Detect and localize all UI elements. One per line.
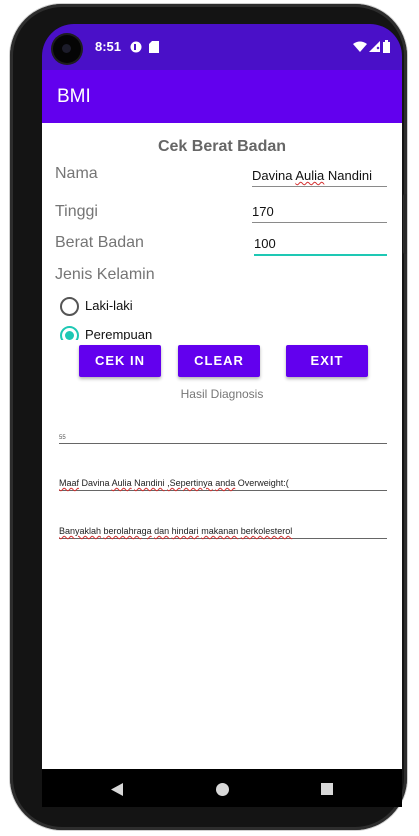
lock-badge-icon (130, 41, 142, 53)
back-icon[interactable] (111, 783, 123, 796)
status-bar: 8:51 (42, 24, 402, 70)
sd-card-icon (149, 41, 159, 53)
clear-button[interactable]: CLEAR (178, 345, 260, 377)
screen: 8:51 BMI Cek Berat Badan Nama Davina Aul… (42, 24, 402, 807)
result-caption: Hasil Diagnosis (180, 387, 264, 401)
bmi-value: 55 (59, 435, 66, 441)
tinggi-input[interactable]: 170 (252, 197, 387, 223)
wifi-icon (353, 41, 367, 52)
nama-label: Nama (55, 165, 98, 182)
app-title: BMI (57, 86, 91, 107)
jenis-kelamin-label: Jenis Kelamin (55, 266, 155, 283)
berat-input[interactable]: 100 (254, 229, 387, 256)
bmi-result-field: 55 (59, 425, 387, 444)
radio-label: Laki-laki (85, 298, 133, 313)
radio-button-selected[interactable] (60, 326, 79, 340)
radio-label: Perempuan (85, 327, 153, 340)
diagnosis-field: Maaf Davina Aulia Nandini ,Sepertinya an… (59, 473, 387, 491)
front-camera (53, 35, 81, 63)
diagnosis-text: Maaf Davina Aulia Nandini ,Sepertinya an… (59, 478, 289, 488)
recents-icon[interactable] (321, 783, 333, 795)
nama-input[interactable]: Davina Aulia Nandini (252, 161, 387, 187)
tinggi-label: Tinggi (55, 203, 98, 220)
radio-clip: Perempuan (42, 321, 402, 340)
radio-button[interactable] (60, 297, 79, 316)
phone-frame: 8:51 BMI Cek Berat Badan Nama Davina Aul… (10, 4, 407, 830)
navigation-bar (42, 769, 402, 807)
status-time: 8:51 (95, 39, 122, 54)
exit-button[interactable]: EXIT (286, 345, 368, 377)
tinggi-value: 170 (252, 204, 274, 219)
bmi-form: Cek Berat Badan Nama Davina Aulia Nandin… (42, 123, 402, 769)
advice-text: Banyaklah berolahraga dan hindari makana… (59, 526, 293, 536)
home-icon[interactable] (216, 783, 229, 796)
cek-in-button[interactable]: CEK IN (79, 345, 161, 377)
berat-label: Berat Badan (55, 234, 144, 251)
page-title: Cek Berat Badan (157, 138, 287, 155)
app-bar: BMI (42, 70, 402, 123)
signal-icon (369, 41, 380, 52)
nama-value: Davina Aulia Nandini (252, 168, 372, 183)
berat-value: 100 (254, 236, 276, 251)
advice-field: Banyaklah berolahraga dan hindari makana… (59, 521, 387, 539)
battery-icon (383, 40, 390, 53)
power-button (403, 194, 407, 254)
